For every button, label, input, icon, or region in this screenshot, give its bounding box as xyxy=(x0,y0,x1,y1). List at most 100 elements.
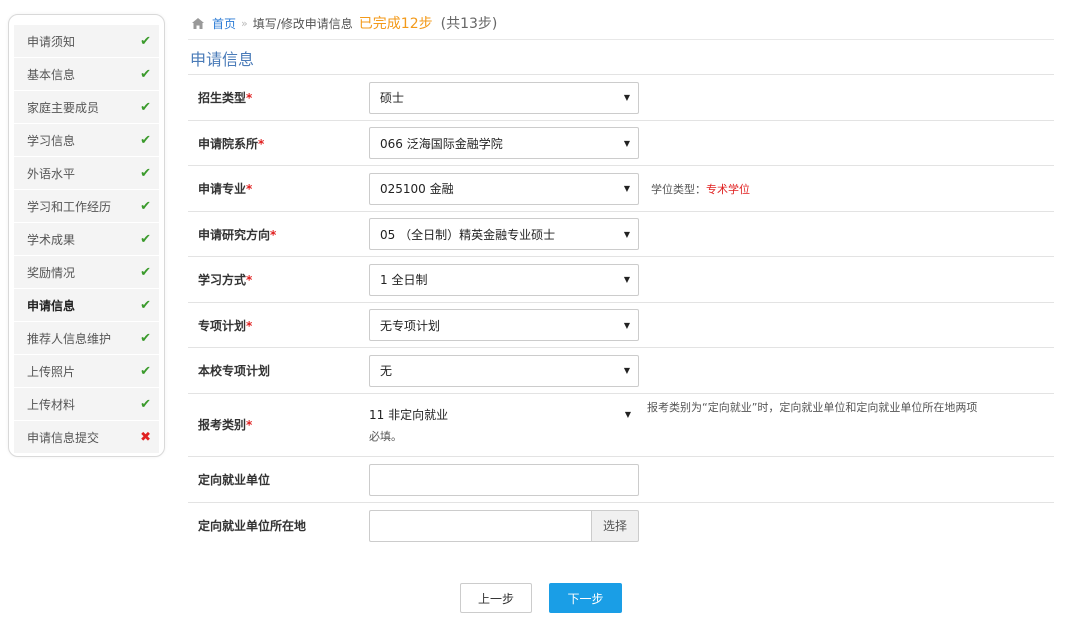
sidebar-item-label: 奖励情况 xyxy=(27,265,76,280)
prev-step-button[interactable]: 上一步 xyxy=(460,583,532,613)
caret-down-icon: ▼ xyxy=(623,184,630,193)
check-icon: ✔ xyxy=(140,363,151,379)
sidebar-item-label: 申请信息提交 xyxy=(27,430,100,445)
caret-down-icon: ▼ xyxy=(624,409,631,419)
sidebar-item[interactable]: 申请信息 ✔ xyxy=(14,289,159,321)
caret-down-icon: ▼ xyxy=(623,229,630,239)
check-icon: ✔ xyxy=(140,297,151,313)
form-row-major: 申请专业* 025100 金融 ▼ 学位类型：专术学位 xyxy=(188,165,1054,211)
degree-type-note: 学位类型：专术学位 xyxy=(651,182,750,196)
field-label: 报考类别* xyxy=(198,418,253,432)
caret-down-icon: ▼ xyxy=(623,320,630,330)
field-label: 专项计划* xyxy=(198,318,253,333)
check-icon: ✔ xyxy=(140,198,151,214)
sidebar-item[interactable]: 申请信息提交 ✖ xyxy=(14,421,159,453)
sidebar-item-label: 家庭主要成员 xyxy=(27,100,100,115)
select-value: 无专项计划 xyxy=(380,318,441,333)
home-icon xyxy=(192,17,204,29)
check-icon: ✔ xyxy=(140,330,151,346)
employer-input[interactable] xyxy=(369,463,639,496)
field-label: 申请研究方向* xyxy=(198,227,277,242)
field-label: 申请院系所* xyxy=(198,136,265,151)
form-row-special-plan: 专项计划* 无专项计划 ▼ xyxy=(188,302,1054,347)
form-row-recruit-type: 招生类型* 硕士 ▼ xyxy=(188,74,1054,120)
check-icon: ✔ xyxy=(140,33,151,49)
sidebar-item-label: 申请信息 xyxy=(27,298,76,313)
form-row-study-mode: 学习方式* 1 全日制 ▼ xyxy=(188,256,1054,302)
select-value: 066 泛海国际金融学院 xyxy=(380,136,503,151)
sidebar-item[interactable]: 外语水平 ✔ xyxy=(14,157,159,189)
major-select[interactable]: 025100 金融 ▼ xyxy=(369,172,639,205)
select-value: 无 xyxy=(380,364,393,378)
form-row-school-plan: 本校专项计划 无 ▼ xyxy=(188,347,1054,393)
field-label: 招生类型* xyxy=(198,91,253,105)
check-icon: ✔ xyxy=(140,264,151,280)
check-icon: ✔ xyxy=(140,231,151,247)
breadcrumb-current: 填写/修改申请信息 xyxy=(252,16,353,31)
form-row-direction: 申请研究方向* 05 （全日制）精英金融专业硕士 ▼ xyxy=(188,211,1054,256)
sidebar-item-label: 上传照片 xyxy=(27,364,76,379)
select-value: 1 全日制 xyxy=(380,273,428,287)
progress-text: 已完成12步 xyxy=(358,16,433,32)
sidebar-item[interactable]: 上传照片 ✔ xyxy=(14,355,159,387)
breadcrumb-separator: » xyxy=(241,16,248,30)
direction-select[interactable]: 05 （全日制）精英金融专业硕士 ▼ xyxy=(369,218,639,250)
special-plan-select[interactable]: 无专项计划 ▼ xyxy=(369,309,639,341)
breadcrumb: 首页 » 填写/修改申请信息 已完成12步 (共13步) xyxy=(192,12,497,34)
field-label: 申请专业* xyxy=(198,182,253,196)
caret-down-icon: ▼ xyxy=(623,275,630,284)
choose-location-button[interactable]: 选择 xyxy=(591,509,639,542)
select-value: 05 （全日制）精英金融专业硕士 xyxy=(380,227,556,242)
section-title: 申请信息 xyxy=(190,50,255,69)
study-mode-select[interactable]: 1 全日制 ▼ xyxy=(369,263,639,296)
total-steps-text: (共13步) xyxy=(440,16,498,32)
select-value: 025100 金融 xyxy=(380,182,454,196)
sidebar-item[interactable]: 基本信息 ✔ xyxy=(14,58,159,90)
check-icon: ✔ xyxy=(140,396,151,412)
sidebar-item[interactable]: 学习和工作经历 ✔ xyxy=(14,190,159,222)
employer-location-group: 选择 xyxy=(369,509,639,542)
exam-category-note-continued: 必填。 xyxy=(369,430,402,443)
check-icon: ✔ xyxy=(140,99,151,115)
sidebar-item-label: 上传材料 xyxy=(27,397,76,412)
field-label: 学习方式* xyxy=(198,273,253,287)
sidebar-item-label: 推荐人信息维护 xyxy=(27,331,112,346)
sidebar-item[interactable]: 推荐人信息维护 ✔ xyxy=(14,322,159,354)
check-icon: ✔ xyxy=(140,66,151,82)
employer-location-input[interactable] xyxy=(369,509,591,542)
department-select[interactable]: 066 泛海国际金融学院 ▼ xyxy=(369,127,639,159)
form-row-employer: 定向就业单位 xyxy=(188,456,1054,502)
field-label: 定向就业单位所在地 xyxy=(198,519,307,533)
form-row-exam-category: 报考类别* 11 非定向就业 ▼ 报考类别为“定向就业”时，定向就业单位和定向就… xyxy=(188,393,1054,456)
exam-category-select[interactable]: 11 非定向就业 ▼ xyxy=(369,402,639,426)
caret-down-icon: ▼ xyxy=(623,366,630,375)
select-value: 硕士 xyxy=(380,91,405,105)
check-icon: ✔ xyxy=(140,132,151,148)
divider xyxy=(188,39,1054,40)
sidebar-item[interactable]: 上传材料 ✔ xyxy=(14,388,159,420)
degree-type-value: 专术学位 xyxy=(706,182,750,196)
sidebar-item[interactable]: 学术成果 ✔ xyxy=(14,223,159,255)
sidebar-item[interactable]: 申请须知 ✔ xyxy=(14,25,159,57)
field-label: 定向就业单位 xyxy=(198,473,271,487)
caret-down-icon: ▼ xyxy=(623,93,630,102)
sidebar-item-label: 外语水平 xyxy=(27,166,76,181)
field-label: 本校专项计划 xyxy=(198,364,271,378)
check-icon: ✔ xyxy=(140,165,151,181)
recruit-type-select[interactable]: 硕士 ▼ xyxy=(369,81,639,114)
application-form: 招生类型* 硕士 ▼ 申请院系所* 066 泛海国际金融学院 ▼ 申请专业* 0… xyxy=(188,74,1054,548)
caret-down-icon: ▼ xyxy=(623,138,630,148)
sidebar-item-label: 学习信息 xyxy=(27,133,76,148)
breadcrumb-home-link[interactable]: 首页 xyxy=(212,15,236,32)
sidebar-item-label: 基本信息 xyxy=(27,67,76,82)
next-step-button[interactable]: 下一步 xyxy=(549,583,622,613)
cross-icon: ✖ xyxy=(140,429,151,445)
school-plan-select[interactable]: 无 ▼ xyxy=(369,354,639,387)
sidebar-item-label: 学习和工作经历 xyxy=(27,199,112,214)
exam-category-note: 报考类别为“定向就业”时，定向就业单位和定向就业单位所在地两项 xyxy=(647,401,978,414)
form-row-department: 申请院系所* 066 泛海国际金融学院 ▼ xyxy=(188,120,1054,165)
sidebar-item[interactable]: 学习信息 ✔ xyxy=(14,124,159,156)
step-sidebar: 申请须知 ✔ 基本信息 ✔ 家庭主要成员 ✔ 学习信息 ✔ 外语水平 ✔ 学习和工作经历 ✔ 学术成果 ✔… xyxy=(8,14,165,457)
sidebar-item[interactable]: 家庭主要成员 ✔ xyxy=(14,91,159,123)
sidebar-item[interactable]: 奖励情况 ✔ xyxy=(14,256,159,288)
